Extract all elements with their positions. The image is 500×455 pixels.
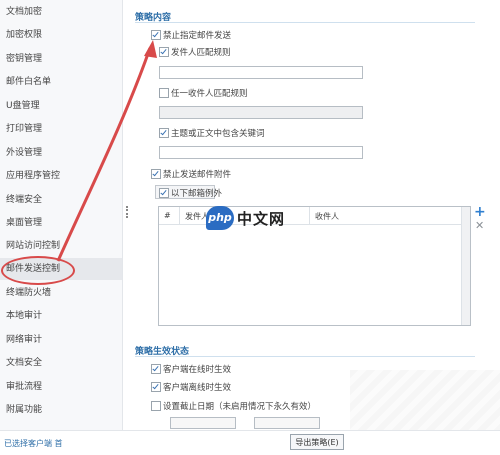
selected-clients-link[interactable]: 已选择客户端 首 <box>4 438 63 449</box>
footer-bar: 已选择客户端 首 <box>0 430 500 455</box>
export-policy-button[interactable]: 导出策略(E) <box>290 434 344 450</box>
